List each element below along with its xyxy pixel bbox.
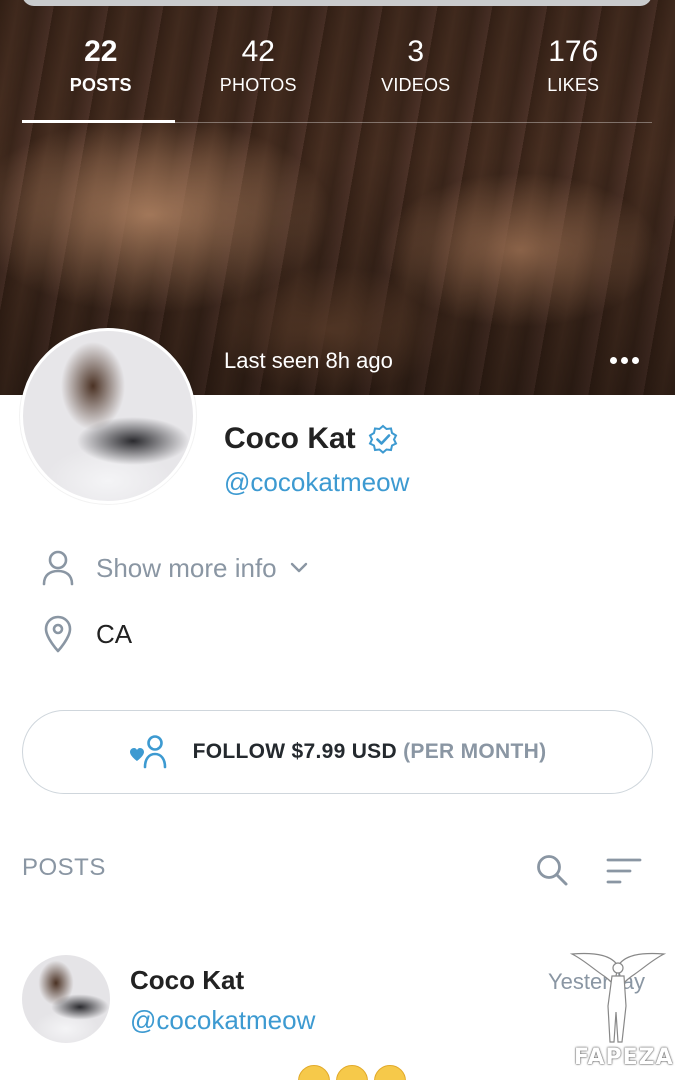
verified-check-icon [368,424,398,454]
follow-price-label: FOLLOW $7.99 USD [192,740,397,763]
post-emoji-row [298,1065,406,1080]
stat-value: 22 [84,35,118,68]
search-icon[interactable] [534,852,570,888]
emoji-icon [336,1065,368,1080]
more-horizontal-icon[interactable] [606,350,642,370]
stat-label: PHOTOS [219,75,297,95]
profile-stats-tabs: 22 POSTS 42 PHOTOS 3 VIDEOS 176 LIKES [22,34,652,124]
show-more-info-label: Show more info [96,553,277,583]
stat-label: VIDEOS [381,75,451,95]
show-more-info-button[interactable]: Show more info [40,548,309,588]
watermark-text: FAPEZA [574,1045,674,1070]
location-text: CA [96,619,133,649]
watermark: FAPEZA [568,946,673,1076]
tab-posts[interactable]: 22 POSTS [22,34,180,124]
profile-name: Coco Kat [224,422,356,455]
tab-photos[interactable]: 42 PHOTOS [180,34,338,124]
posts-section-title: POSTS [22,854,106,881]
profile-name-row: Coco Kat [224,420,398,458]
stat-value: 42 [241,35,275,68]
last-seen-text: Last seen 8h ago [224,348,393,373]
follow-subscribe-button[interactable]: FOLLOW $7.99 USD (PER MONTH) [22,710,653,794]
stat-label: LIKES [547,75,600,95]
profile-handle[interactable]: @cocokatmeow [224,464,409,500]
chevron-down-icon [290,562,307,573]
follow-period-label: (PER MONTH) [403,740,547,763]
avatar[interactable] [20,328,196,504]
location-row: CA [40,614,132,654]
winged-figure-icon [569,952,667,1043]
stat-value: 3 [407,35,425,68]
emoji-icon [374,1065,406,1080]
sort-icon[interactable] [604,854,644,888]
follow-user-heart-icon [129,735,166,769]
tab-videos[interactable]: 3 VIDEOS [337,34,495,124]
post-author-name[interactable]: Coco Kat [130,963,244,997]
tab-likes[interactable]: 176 LIKES [495,34,653,124]
emoji-icon [298,1065,330,1080]
post-author-handle[interactable]: @cocokatmeow [130,1003,315,1037]
user-icon [42,550,74,586]
stat-value: 176 [548,35,599,68]
post-item[interactable]: Coco Kat @cocokatmeow Yesterday [22,955,653,1080]
post-avatar[interactable] [22,955,110,1043]
active-tab-indicator [22,120,175,123]
stat-label: POSTS [69,75,132,95]
location-pin-icon [44,615,72,653]
